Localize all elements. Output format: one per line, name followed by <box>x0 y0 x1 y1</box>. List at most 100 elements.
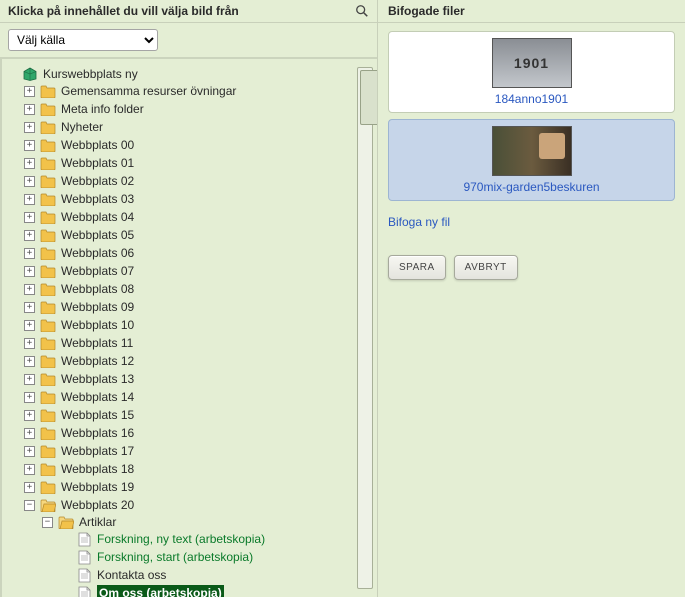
tree-folder-label[interactable]: Meta info folder <box>61 101 144 117</box>
tree-folder-label[interactable]: Webbplats 07 <box>61 263 134 279</box>
tree-scroll-thumb[interactable] <box>360 70 377 125</box>
expand-toggle[interactable]: + <box>24 338 35 349</box>
folder-icon <box>40 174 56 188</box>
folder-icon <box>40 210 56 224</box>
tree-folder-label[interactable]: Webbplats 15 <box>61 407 134 423</box>
source-select-row: Välj källa <box>0 23 377 57</box>
tree-folder-label[interactable]: Nyheter <box>61 119 103 135</box>
left-panel-header: Klicka på innehållet du vill välja bild … <box>0 0 377 23</box>
attach-new-file-link[interactable]: Bifoga ny fil <box>378 207 685 245</box>
button-row: SPARA AVBRYT <box>378 245 685 290</box>
cancel-button[interactable]: AVBRYT <box>454 255 518 280</box>
expand-toggle[interactable]: − <box>24 500 35 511</box>
tree-folder-label[interactable]: Webbplats 18 <box>61 461 134 477</box>
folder-icon <box>40 390 56 404</box>
tree-folder-label[interactable]: Artiklar <box>79 514 116 530</box>
expand-toggle[interactable]: + <box>24 284 35 295</box>
folder-icon <box>40 318 56 332</box>
folder-icon <box>40 138 56 152</box>
right-panel-header: Bifogade filer <box>378 0 685 23</box>
file-name-link[interactable]: 184anno1901 <box>495 92 568 106</box>
folder-icon <box>40 300 56 314</box>
expand-toggle[interactable]: + <box>24 410 35 421</box>
tree-folder-label[interactable]: Webbplats 05 <box>61 227 134 243</box>
attached-file[interactable]: 970mix-garden5beskuren <box>388 119 675 201</box>
folder-icon <box>40 444 56 458</box>
source-select[interactable]: Välj källa <box>8 29 158 51</box>
expand-toggle[interactable]: + <box>24 392 35 403</box>
folder-open-icon <box>40 498 56 512</box>
expand-toggle[interactable]: + <box>24 140 35 151</box>
expand-toggle[interactable]: + <box>24 356 35 367</box>
tree-folder-label[interactable]: Webbplats 09 <box>61 299 134 315</box>
tree-folder-label[interactable]: Webbplats 06 <box>61 245 134 261</box>
expand-toggle[interactable]: + <box>24 374 35 385</box>
folder-icon <box>40 336 56 350</box>
tree-folder-label[interactable]: Webbplats 10 <box>61 317 134 333</box>
tree-folder-label[interactable]: Gemensamma resurser övningar <box>61 83 236 99</box>
folder-icon <box>40 192 56 206</box>
folder-icon <box>40 372 56 386</box>
attached-files-list: 1901 184anno1901 970mix-garden5beskuren <box>378 23 685 207</box>
tree-folder-label[interactable]: Webbplats 16 <box>61 425 134 441</box>
document-icon <box>76 532 92 546</box>
folder-icon <box>40 102 56 116</box>
expand-toggle[interactable]: + <box>24 104 35 115</box>
tree-folder-label[interactable]: Webbplats 01 <box>61 155 134 171</box>
tree-folder-label[interactable]: Webbplats 19 <box>61 479 134 495</box>
tree-document-label[interactable]: Forskning, ny text (arbetskopia) <box>97 531 265 547</box>
expand-toggle[interactable]: + <box>24 86 35 97</box>
tree-folder-label[interactable]: Webbplats 08 <box>61 281 134 297</box>
save-button[interactable]: SPARA <box>388 255 446 280</box>
expand-toggle[interactable]: + <box>24 230 35 241</box>
tree-scrollbar[interactable] <box>357 67 373 589</box>
tree-root-label[interactable]: Kurswebbplats ny <box>43 66 138 82</box>
tree-folder-label[interactable]: Webbplats 14 <box>61 389 134 405</box>
folder-icon <box>40 462 56 476</box>
expand-toggle[interactable]: − <box>42 517 53 528</box>
folder-icon <box>40 156 56 170</box>
folder-icon <box>40 282 56 296</box>
document-icon <box>76 586 92 597</box>
expand-toggle[interactable]: + <box>24 464 35 475</box>
document-icon <box>76 550 92 564</box>
folder-icon <box>40 84 56 98</box>
expand-toggle[interactable]: + <box>24 266 35 277</box>
expand-toggle[interactable]: + <box>24 212 35 223</box>
tree-folder-label[interactable]: Webbplats 02 <box>61 173 134 189</box>
expand-toggle[interactable]: + <box>24 122 35 133</box>
expand-toggle[interactable]: + <box>24 482 35 493</box>
expand-toggle[interactable]: + <box>24 248 35 259</box>
tree-folder-label[interactable]: Webbplats 00 <box>61 137 134 153</box>
tree-folder-label[interactable]: Webbplats 20 <box>61 497 134 513</box>
expand-toggle[interactable]: + <box>24 428 35 439</box>
folder-icon <box>40 228 56 242</box>
tree-folder-label[interactable]: Webbplats 17 <box>61 443 134 459</box>
file-name-link[interactable]: 970mix-garden5beskuren <box>463 180 599 194</box>
tree-folder-label[interactable]: Webbplats 11 <box>61 335 133 351</box>
folder-icon <box>40 264 56 278</box>
expand-toggle[interactable]: + <box>24 446 35 457</box>
search-icon[interactable] <box>355 4 369 18</box>
expand-toggle[interactable]: + <box>24 302 35 313</box>
attached-file[interactable]: 1901 184anno1901 <box>388 31 675 113</box>
expand-toggle[interactable]: + <box>24 320 35 331</box>
tree-document-label[interactable]: Forskning, start (arbetskopia) <box>97 549 253 565</box>
tree-folder-label[interactable]: Webbplats 03 <box>61 191 134 207</box>
folder-icon <box>40 246 56 260</box>
tree-document-label[interactable]: Om oss (arbetskopia) <box>97 585 224 597</box>
expand-toggle[interactable]: + <box>24 194 35 205</box>
folder-icon <box>40 120 56 134</box>
document-icon <box>76 568 92 582</box>
tree-panel: + Kurswebbplats ny + Gemensamma resurser öv… <box>0 57 377 597</box>
folder-icon <box>40 480 56 494</box>
folder-icon <box>40 408 56 422</box>
tree-folder-label[interactable]: Webbplats 13 <box>61 371 134 387</box>
tree-document-label[interactable]: Kontakta oss <box>97 567 166 583</box>
expand-toggle[interactable]: + <box>24 176 35 187</box>
tree-folder-label[interactable]: Webbplats 04 <box>61 209 134 225</box>
expand-toggle[interactable]: + <box>24 158 35 169</box>
folder-open-icon <box>58 515 74 529</box>
tree-folder-label[interactable]: Webbplats 12 <box>61 353 134 369</box>
left-panel-title: Klicka på innehållet du vill välja bild … <box>8 4 239 18</box>
